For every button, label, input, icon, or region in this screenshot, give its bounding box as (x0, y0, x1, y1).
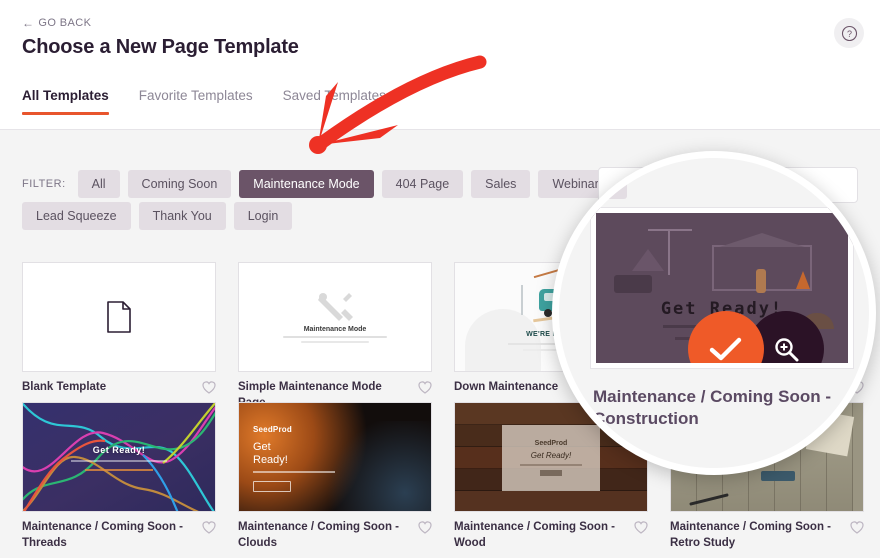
checkmark-icon (709, 337, 742, 361)
go-back-link[interactable]: ← GO BACK (22, 16, 91, 30)
template-card-threads[interactable]: Get Ready! Maintenance / Coming Soon - T… (22, 402, 216, 551)
magnifier-overlay: Webinar Get Ready! Maintenance / Coming … (552, 151, 876, 475)
thumbnail-art-clouds: SeedProd Get Ready! (239, 403, 431, 511)
go-back-label: GO BACK (38, 17, 92, 29)
filter-chip-all[interactable]: All (77, 170, 120, 198)
filter-chip-login[interactable]: Login (233, 202, 293, 230)
thumbnail-line (283, 336, 387, 338)
template-thumbnail[interactable] (22, 262, 216, 372)
tab-all-templates[interactable]: All Templates (22, 88, 109, 115)
template-title: Maintenance / Coming Soon - Clouds (238, 521, 400, 549)
card-footer: Maintenance / Coming Soon - Retro Study (670, 512, 864, 551)
tab-saved-templates-label: Saved Templates (282, 88, 386, 103)
heart-outline-icon[interactable] (418, 381, 432, 394)
template-title: Maintenance / Coming Soon - Retro Study (670, 521, 832, 549)
tools-icon (318, 293, 353, 321)
card-footer: Maintenance / Coming Soon - Clouds (238, 512, 432, 551)
magnified-filter-chip-webinar: Webinar (559, 170, 628, 199)
thumbnail-art-wrench: Maintenance Mode (239, 263, 431, 371)
tab-saved-templates[interactable]: Saved Templates (283, 88, 386, 115)
template-card-simple-maintenance[interactable]: Maintenance Mode Simple Maintenance Mode… (238, 262, 432, 411)
filter-chip-lead-squeeze[interactable]: Lead Squeeze (22, 202, 131, 230)
tab-favorite-templates-label: Favorite Templates (138, 88, 253, 103)
heart-outline-icon[interactable] (418, 521, 432, 534)
card-footer: Maintenance / Coming Soon - Threads (22, 512, 216, 551)
left-arrow-icon: ← (22, 16, 35, 30)
magnified-template-thumbnail[interactable]: Get Ready! (590, 207, 854, 369)
template-card-clouds[interactable]: SeedProd Get Ready! Maintenance / Coming … (238, 402, 432, 551)
heart-outline-icon[interactable] (634, 521, 648, 534)
filter-row-secondary: Lead Squeeze Thank You Login (22, 202, 293, 230)
card-footer: Maintenance / Coming Soon - Wood (454, 512, 648, 551)
magnifier-plus-icon (775, 338, 799, 362)
filter-chip-sales[interactable]: Sales (471, 170, 531, 198)
heart-outline-icon[interactable] (202, 381, 216, 394)
page-title: Choose a New Page Template (22, 36, 299, 58)
tab-bar: All Templates Favorite Templates Saved T… (22, 88, 386, 115)
thumbnail-heading: Get Ready! (92, 445, 146, 455)
filter-row-primary: FILTER: All Coming Soon Maintenance Mode… (22, 170, 613, 198)
filter-chip-404-page[interactable]: 404 Page (381, 170, 464, 198)
template-thumbnail[interactable]: Get Ready! (22, 402, 216, 512)
svg-text:?: ? (846, 29, 851, 39)
tab-favorite-templates[interactable]: Favorite Templates (139, 88, 253, 115)
magnified-template-title: Maintenance / Coming Soon - Construction (593, 387, 832, 429)
thread-curves (23, 403, 215, 511)
thumbnail-heading: Maintenance Mode (303, 326, 367, 333)
question-mark-icon: ? (841, 25, 857, 41)
template-title: Down Maintenance (454, 381, 559, 393)
thumbnail-line (301, 341, 369, 343)
template-card-blank[interactable]: Blank Template (22, 262, 216, 396)
tab-all-templates-label: All Templates (22, 88, 109, 103)
thumbnail-art-threads: Get Ready! (23, 403, 215, 511)
template-title: Maintenance / Coming Soon - Wood (454, 521, 616, 549)
template-chooser-page: ← GO BACK Choose a New Page Template ? A… (0, 0, 880, 558)
filter-label: FILTER: (22, 178, 66, 190)
card-footer: Blank Template (22, 372, 216, 396)
template-thumbnail[interactable]: Maintenance Mode (238, 262, 432, 372)
template-thumbnail[interactable]: SeedProd Get Ready! (238, 402, 432, 512)
filter-chip-maintenance-mode[interactable]: Maintenance Mode (239, 170, 374, 198)
heart-outline-icon[interactable] (850, 521, 864, 534)
thumbnail-heading: Get Ready! (253, 441, 288, 466)
heart-outline-icon[interactable] (202, 521, 216, 534)
filter-chip-thank-you[interactable]: Thank You (138, 202, 226, 230)
page-header: ← GO BACK Choose a New Page Template ? A… (0, 0, 880, 130)
template-title: Maintenance / Coming Soon - Threads (22, 521, 184, 549)
document-icon (107, 301, 131, 333)
template-title: Blank Template (22, 381, 107, 393)
help-button[interactable]: ? (834, 18, 864, 48)
thumbnail-logo: SeedProd (253, 425, 292, 434)
filter-chip-coming-soon[interactable]: Coming Soon (127, 170, 232, 198)
